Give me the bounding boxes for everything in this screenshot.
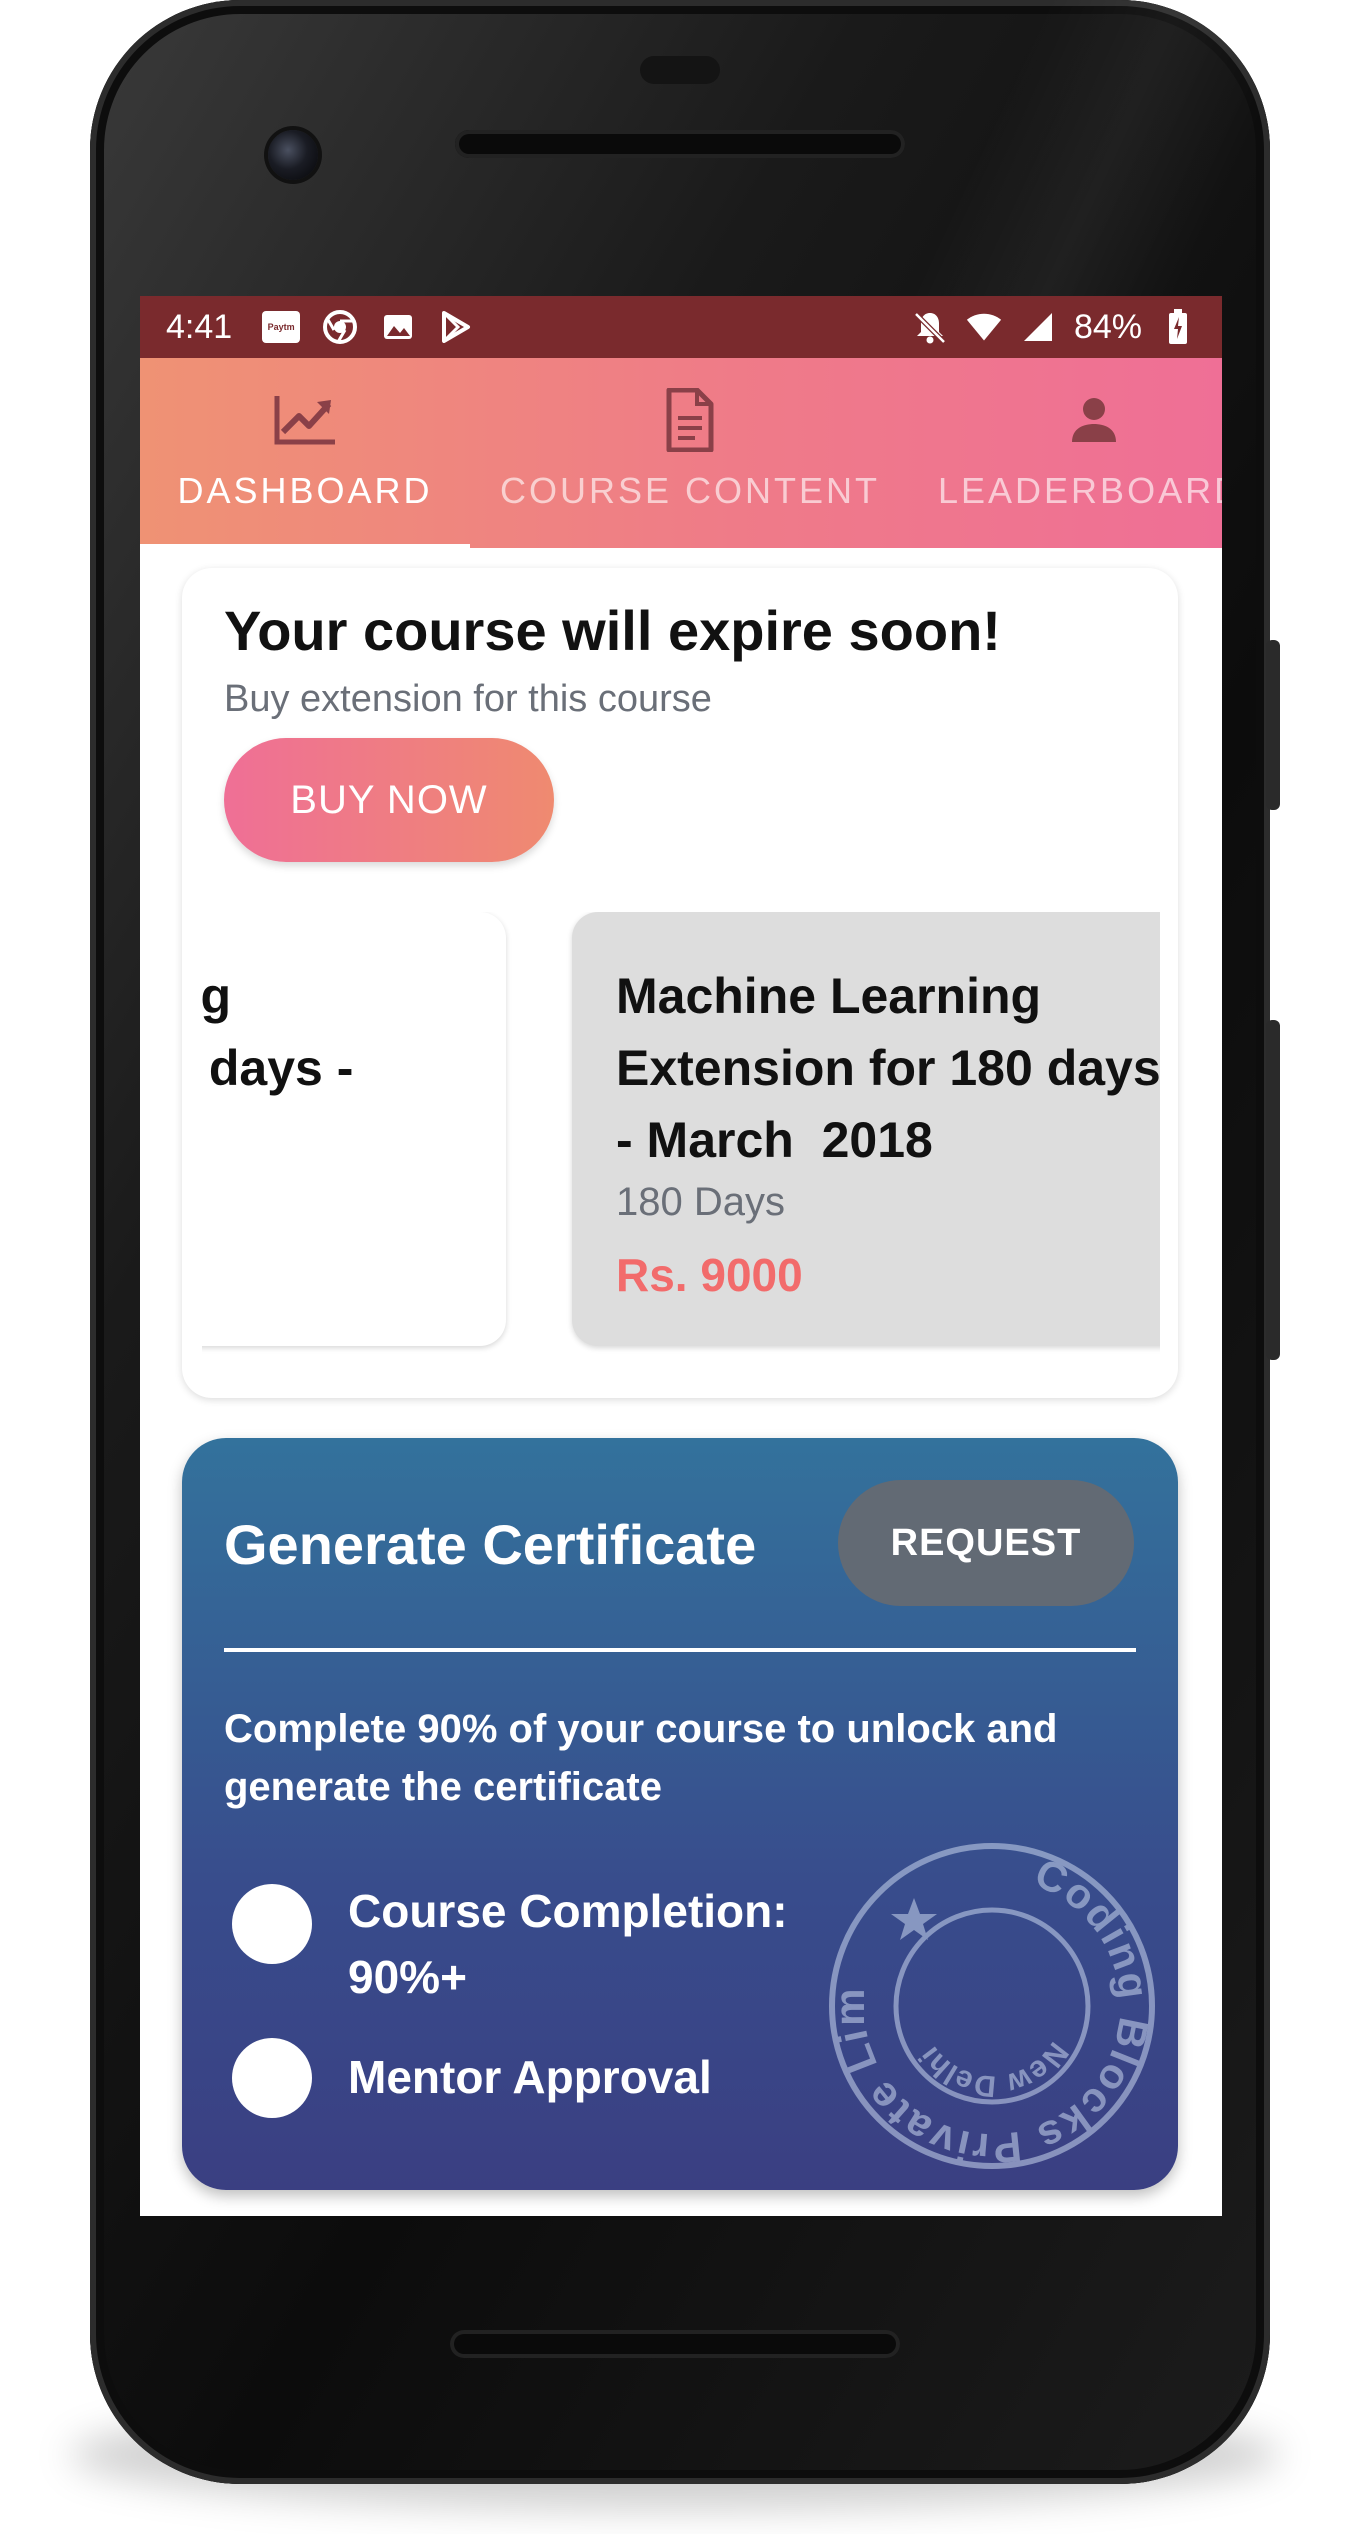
criterion-radio (232, 1884, 312, 1964)
expiry-subtitle: Buy extension for this course (224, 678, 712, 720)
extension-name: Machine Learning Extension for 180 days … (616, 960, 1160, 1176)
notification-icons: Paytm (262, 309, 474, 345)
extension-duration: 180 Days (616, 1180, 785, 1224)
request-button[interactable]: REQUEST (838, 1480, 1134, 1606)
phone-screen: 4:41 Paytm 84% DASHBOARD COURSE CONTENT … (140, 296, 1222, 2216)
active-tab-indicator (140, 544, 470, 548)
criterion-radio (232, 2038, 312, 2118)
battery-percentage: 84% (1073, 307, 1142, 346)
extension-name-line: Machine Learning (616, 968, 1042, 1024)
document-icon (665, 388, 715, 452)
certificate-divider (224, 1648, 1136, 1652)
tab-label: LEADERBOARD (938, 470, 1222, 511)
svg-text:Coding Blocks Private Limited: Coding Blocks Private Limited (822, 1836, 1158, 2173)
stamp-outer-text: Coding Blocks Private Limited (822, 1836, 1156, 2173)
extension-card[interactable]: Machine Learning Extension for 180 days … (572, 912, 1160, 1346)
play-store-icon (438, 309, 474, 345)
extension-name-line: Extension for 180 days (616, 1040, 1160, 1096)
chrome-icon (322, 309, 358, 345)
criterion-label-line: Course Completion: (348, 1885, 788, 1937)
image-icon (380, 309, 416, 345)
criterion-label: Course Completion: 90%+ (348, 1878, 828, 2010)
volume-button (1266, 1020, 1280, 1360)
signal-icon (1020, 309, 1056, 345)
extension-name-line: - March 2018 (616, 1112, 933, 1168)
notifications-off-icon (912, 309, 948, 345)
trending-up-icon (273, 388, 337, 452)
stamp-inner-text: New Delhi (913, 2036, 1075, 2103)
tab-label: DASHBOARD (177, 470, 433, 511)
wifi-icon (966, 309, 1002, 345)
battery-icon (1160, 309, 1196, 345)
extension-carousel[interactable]: Machine Learning Extension for 30 days -… (202, 912, 1160, 1372)
extension-price: Rs. 9000 (616, 1249, 803, 1301)
power-button (1266, 640, 1280, 810)
svg-text:New Delhi: New Delhi (913, 2036, 1075, 2103)
criterion-label: Mentor Approval (348, 2044, 828, 2110)
expiry-title: Your course will expire soon! (224, 599, 1001, 662)
expiry-card: Your course will expire soon! Buy extens… (182, 568, 1178, 1398)
tab-course-content[interactable]: COURSE CONTENT (490, 358, 890, 548)
tab-leaderboard[interactable]: LEADERBOARD (938, 358, 1222, 548)
extension-card[interactable]: Machine Learning Extension for 30 days - (202, 912, 506, 1346)
extension-name-line: Extension for 30 days - (202, 1040, 354, 1096)
person-icon (1070, 388, 1118, 452)
company-stamp: Coding Blocks Private Limited New Delhi (822, 1836, 1158, 2173)
criterion-label-line: Mentor Approval (348, 2051, 712, 2103)
certificate-card: Generate Certificate REQUEST Complete 90… (182, 1438, 1178, 2190)
bottom-speaker (450, 2330, 900, 2358)
paytm-icon: Paytm (262, 311, 301, 343)
system-icons: 84% (912, 308, 1196, 347)
extension-name: Machine Learning Extension for 30 days - (202, 960, 353, 1104)
criterion-label-line: 90%+ (348, 1951, 467, 2003)
tab-label: COURSE CONTENT (499, 470, 880, 511)
front-camera (268, 130, 318, 180)
status-bar: 4:41 Paytm 84% (140, 296, 1222, 358)
status-time: 4:41 (166, 307, 233, 346)
proximity-sensor (640, 56, 720, 84)
certificate-description: Complete 90% of your course to unlock an… (224, 1707, 1058, 1809)
earpiece-speaker (455, 130, 905, 158)
certificate-title: Generate Certificate (224, 1513, 757, 1576)
criterion-mentor-approval: Mentor Approval (232, 2038, 828, 2118)
buy-now-button[interactable]: BUY NOW (224, 738, 554, 862)
extension-name-line: Machine Learning (202, 968, 232, 1024)
tab-dashboard[interactable]: DASHBOARD (140, 358, 470, 548)
tab-bar: DASHBOARD COURSE CONTENT LEADERBOARD (140, 358, 1222, 548)
criterion-course-completion: Course Completion: 90%+ (232, 1878, 828, 2010)
